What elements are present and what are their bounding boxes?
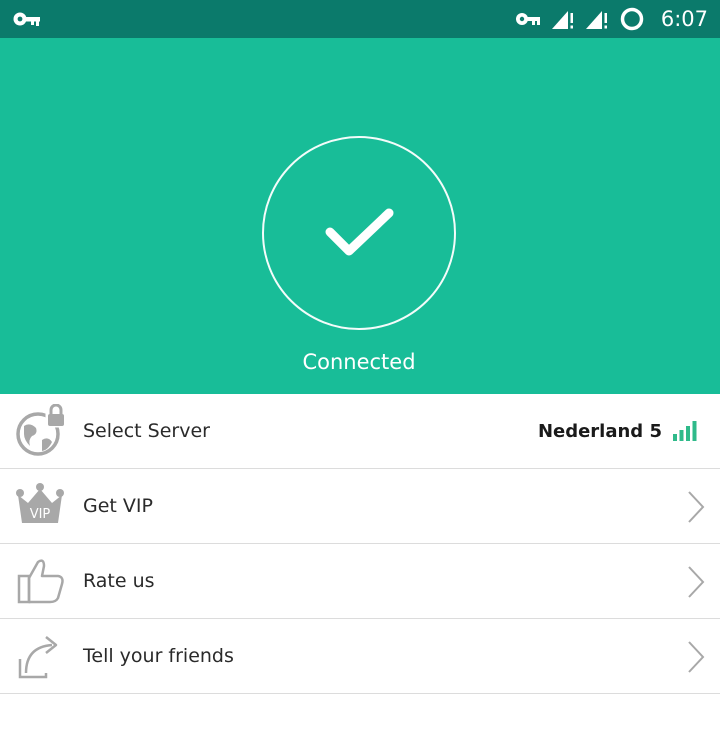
signal-bars-icon — [673, 421, 697, 441]
connection-panel: Connected — [0, 38, 720, 394]
sync-ring-icon — [620, 7, 644, 31]
vpn-key-icon — [515, 13, 540, 25]
select-server-row[interactable]: Select Server Nederland 5 — [0, 394, 720, 469]
status-bar: 6:07 — [0, 0, 720, 38]
rate-us-row[interactable]: Rate us — [0, 544, 720, 619]
connection-status-label: Connected — [302, 350, 416, 374]
signal-no-data-icon — [551, 11, 573, 29]
svg-text:VIP: VIP — [30, 507, 51, 522]
tell-friends-label: Tell your friends — [83, 645, 234, 667]
tell-friends-row[interactable]: Tell your friends — [0, 619, 720, 694]
vip-crown-icon: VIP — [16, 483, 64, 523]
globe-lock-icon — [16, 404, 67, 456]
status-bar-time: 6:07 — [660, 7, 708, 31]
chevron-right-icon — [688, 566, 705, 598]
get-vip-label: Get VIP — [83, 495, 153, 517]
signal-no-data-icon — [585, 11, 607, 29]
selected-server-name: Nederland 5 — [537, 420, 662, 442]
checkmark-icon — [325, 208, 394, 256]
selected-server: Nederland 5 — [538, 394, 698, 468]
menu-list: Select Server Nederland 5 VIP Get VIP Ra… — [0, 394, 720, 694]
rate-us-label: Rate us — [83, 570, 155, 592]
chevron-right-icon — [688, 641, 705, 673]
status-bar-indicators: 6:07 — [515, 0, 708, 38]
connect-toggle-button[interactable] — [262, 136, 456, 330]
select-server-label: Select Server — [83, 420, 210, 442]
thumbs-up-icon — [17, 559, 64, 604]
get-vip-row[interactable]: VIP Get VIP — [0, 469, 720, 544]
chevron-right-icon — [688, 491, 705, 523]
vpn-key-icon — [13, 12, 40, 26]
share-arrow-icon — [18, 636, 58, 679]
